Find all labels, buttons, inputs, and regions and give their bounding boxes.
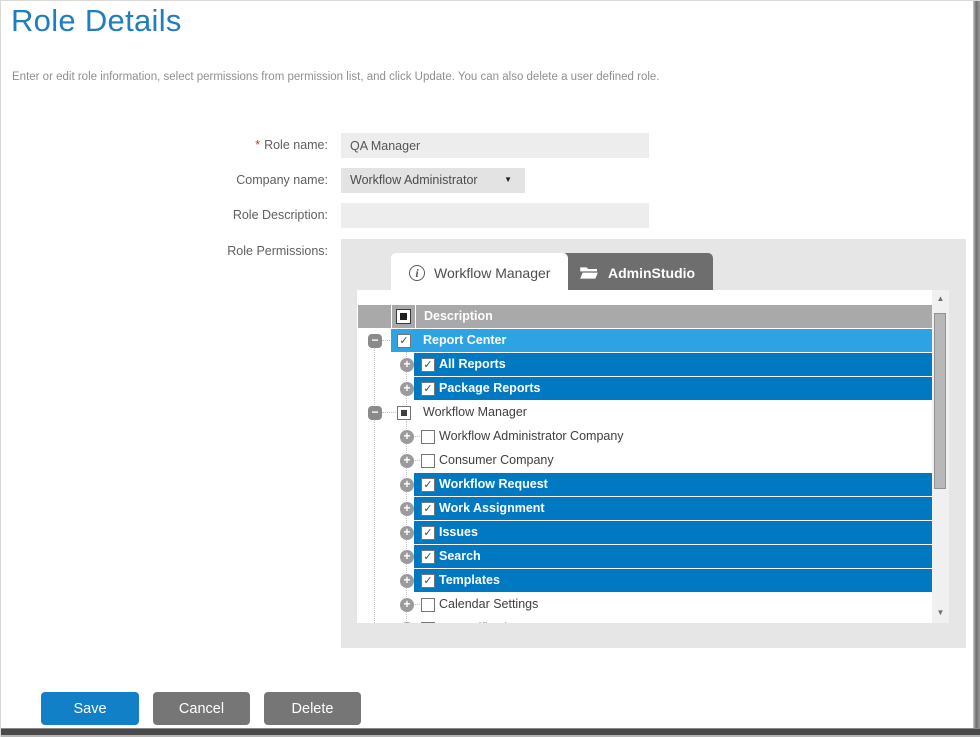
- role-permissions-label: Role Permissions:: [1, 244, 328, 258]
- row-checkbox[interactable]: ✓: [397, 334, 411, 348]
- tree-row-label: Workflow Administrator Company: [439, 429, 624, 443]
- tree-header: Description: [357, 305, 932, 329]
- expand-icon[interactable]: +: [400, 598, 414, 612]
- expand-icon[interactable]: +: [400, 478, 414, 492]
- scroll-up-arrow-icon[interactable]: ▲: [932, 294, 949, 303]
- row-checkbox[interactable]: [421, 454, 435, 468]
- expand-icon[interactable]: +: [400, 526, 414, 540]
- window-bottom-border: [1, 728, 980, 737]
- expand-icon[interactable]: +: [400, 502, 414, 516]
- save-button[interactable]: Save: [41, 692, 139, 725]
- row-checkbox[interactable]: ✓: [421, 526, 435, 540]
- tree-row-label: All Reports: [439, 357, 506, 371]
- delete-button[interactable]: Delete: [264, 692, 361, 725]
- tree-row[interactable]: + ✓ Package Reports: [357, 377, 932, 401]
- row-checkbox[interactable]: ✓: [421, 358, 435, 372]
- expand-icon[interactable]: +: [400, 574, 414, 588]
- vertical-scrollbar[interactable]: ▲ ▼: [932, 290, 949, 623]
- row-checkbox[interactable]: ✓: [421, 574, 435, 588]
- window-right-border: [973, 1, 980, 737]
- collapse-icon[interactable]: −: [368, 334, 382, 348]
- expand-icon[interactable]: +: [400, 430, 414, 444]
- cancel-button[interactable]: Cancel: [153, 692, 250, 725]
- tree-row[interactable]: + ✓ Templates: [357, 569, 932, 593]
- tree-row-label: My Notifications: [439, 621, 527, 623]
- tree-row-label: Issues: [439, 525, 478, 539]
- tree-grid: Description − ✓ Report Center + ✓ All Reports…: [357, 305, 932, 623]
- action-buttons: Save Cancel Delete: [41, 692, 375, 725]
- page-title: Role Details: [11, 3, 182, 39]
- tree-row-label: Workflow Request: [439, 477, 548, 491]
- tree-row-label: Templates: [439, 573, 500, 587]
- role-description-input[interactable]: [341, 203, 649, 228]
- tree-rows: − ✓ Report Center + ✓ All Reports + ✓ Package Re…: [357, 329, 932, 623]
- row-checkbox[interactable]: [397, 406, 411, 420]
- tree-row[interactable]: + ✓ Workflow Request: [357, 473, 932, 497]
- tree-row-label: Package Reports: [439, 381, 540, 395]
- row-checkbox[interactable]: ✓: [421, 382, 435, 396]
- tab-label: Workflow Manager: [434, 265, 550, 281]
- role-details-page: Role Details Enter or edit role informat…: [0, 0, 980, 737]
- tree-row[interactable]: − ✓ Report Center: [357, 329, 932, 353]
- company-name-dropdown[interactable]: Workflow Administrator ▼: [341, 168, 525, 193]
- permissions-panel: i Workflow Manager AdminStudio Descripti…: [341, 239, 966, 648]
- required-marker: *: [255, 138, 260, 152]
- row-checkbox[interactable]: [421, 430, 435, 444]
- tree-row-label: Workflow Manager: [423, 405, 527, 419]
- open-folder-icon: [579, 265, 599, 281]
- expand-icon[interactable]: +: [400, 454, 414, 468]
- row-checkbox[interactable]: ✓: [421, 550, 435, 564]
- tree-row[interactable]: + Calendar Settings: [357, 593, 932, 617]
- scrollbar-thumb[interactable]: [934, 313, 946, 489]
- tree-row[interactable]: + ✓ All Reports: [357, 353, 932, 377]
- tree-row-label: Calendar Settings: [439, 597, 538, 611]
- scroll-down-arrow-icon[interactable]: ▼: [932, 608, 949, 617]
- row-checkbox[interactable]: ✓: [421, 502, 435, 516]
- tree-row[interactable]: − Workflow Manager: [357, 401, 932, 425]
- expand-icon[interactable]: +: [400, 550, 414, 564]
- expand-icon[interactable]: +: [400, 358, 414, 372]
- row-checkbox[interactable]: ✓: [421, 478, 435, 492]
- tree-row[interactable]: + ✓ Issues: [357, 521, 932, 545]
- row-checkbox[interactable]: [421, 622, 435, 623]
- permissions-tree: Description − ✓ Report Center + ✓ All Reports…: [357, 290, 949, 623]
- tree-row[interactable]: + ✓ Search: [357, 545, 932, 569]
- expand-icon[interactable]: +: [400, 622, 414, 623]
- header-gutter-cell: [358, 305, 391, 328]
- tab-label: AdminStudio: [608, 265, 695, 281]
- row-checkbox[interactable]: [421, 598, 435, 612]
- header-checkbox-cell: [392, 305, 415, 328]
- role-name-input[interactable]: [341, 133, 649, 158]
- row-highlight: [414, 521, 932, 544]
- role-name-label: *Role name:: [1, 138, 328, 152]
- tree-row-label: Search: [439, 549, 481, 563]
- company-name-value: Workflow Administrator: [350, 173, 478, 187]
- tree-row-label: Report Center: [423, 333, 506, 347]
- info-icon: i: [409, 265, 425, 281]
- tree-row[interactable]: + ✓ Work Assignment: [357, 497, 932, 521]
- description-column-header: Description: [416, 305, 932, 328]
- chevron-down-icon: ▼: [504, 175, 512, 184]
- company-name-label: Company name:: [1, 173, 328, 187]
- tab-workflow-manager[interactable]: i Workflow Manager: [391, 253, 568, 292]
- row-highlight: [414, 545, 932, 568]
- tree-row-label: Work Assignment: [439, 501, 545, 515]
- tree-row[interactable]: + My Notifications: [357, 617, 932, 623]
- collapse-icon[interactable]: −: [368, 406, 382, 420]
- tab-adminstudio[interactable]: AdminStudio: [561, 253, 713, 292]
- tree-row-label: Consumer Company: [439, 453, 554, 467]
- select-all-checkbox[interactable]: [396, 309, 411, 324]
- tree-row[interactable]: + Consumer Company: [357, 449, 932, 473]
- role-description-label: Role Description:: [1, 208, 328, 222]
- tree-row[interactable]: + Workflow Administrator Company: [357, 425, 932, 449]
- page-subtitle: Enter or edit role information, select p…: [12, 71, 660, 83]
- expand-icon[interactable]: +: [400, 382, 414, 396]
